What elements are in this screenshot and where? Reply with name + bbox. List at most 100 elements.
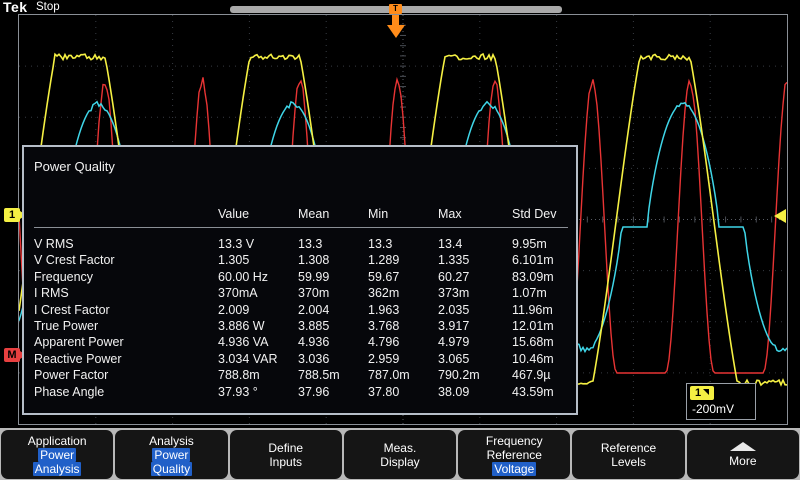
- menu-label: Reference: [599, 441, 658, 455]
- measurement-std: 1.07m: [512, 285, 568, 301]
- menu-label: Define: [266, 441, 305, 455]
- menu-label: Application: [26, 434, 89, 448]
- table-row: I RMS370mA370m362m373m1.07m: [34, 285, 568, 301]
- tek-logo: Tek: [3, 0, 28, 15]
- measurement-max: 4.979: [438, 334, 512, 350]
- menu-label: Power: [38, 448, 76, 462]
- measurement-value: 13.3 V: [218, 236, 298, 252]
- measurement-std: 6.101m: [512, 252, 568, 268]
- menu-label: Analysis: [33, 462, 82, 476]
- measurement-value: 60.00 Hz: [218, 269, 298, 285]
- menu-button-more[interactable]: More: [687, 430, 799, 479]
- table-row: Frequency60.00 Hz59.9959.6760.2783.09m: [34, 269, 568, 285]
- measure-header: ValueMeanMinMaxStd Dev: [34, 207, 568, 228]
- menu-button-application[interactable]: ApplicationPowerAnalysis: [1, 430, 113, 479]
- measurement-min: 1.963: [368, 302, 438, 318]
- menu-button-reference[interactable]: ReferenceLevels: [572, 430, 684, 479]
- measurement-name: Phase Angle: [34, 384, 218, 400]
- measurement-std: 15.68m: [512, 334, 568, 350]
- measurement-mean: 2.004: [298, 302, 368, 318]
- menu-button-meas-[interactable]: Meas.Display: [344, 430, 456, 479]
- table-row: Phase Angle37.93 °37.9637.8038.0943.59m: [34, 384, 568, 400]
- measurement-max: 2.035: [438, 302, 512, 318]
- menu-button-analysis[interactable]: AnalysisPowerQuality: [115, 430, 227, 479]
- measurement-max: 60.27: [438, 269, 512, 285]
- measurement-min: 362m: [368, 285, 438, 301]
- measurement-min: 2.959: [368, 351, 438, 367]
- measurement-max: 790.2m: [438, 367, 512, 383]
- expansion-point-stem: [392, 15, 399, 25]
- measurement-name: Power Factor: [34, 367, 218, 383]
- column-header: Value: [218, 207, 298, 221]
- measurement-mean: 4.936: [298, 334, 368, 350]
- menu-label: Levels: [609, 455, 648, 469]
- measurement-std: 43.59m: [512, 384, 568, 400]
- measure-rows: V RMS13.3 V13.313.313.49.95mV Crest Fact…: [34, 236, 568, 400]
- measurement-mean: 1.308: [298, 252, 368, 268]
- menu-button-frequency[interactable]: FrequencyReferenceVoltage: [458, 430, 570, 479]
- measurement-value: 4.936 VA: [218, 334, 298, 350]
- measurement-value: 1.305: [218, 252, 298, 268]
- table-row: Reactive Power3.034 VAR3.0362.9593.06510…: [34, 351, 568, 367]
- measurement-max: 13.4: [438, 236, 512, 252]
- measurement-mean: 59.99: [298, 269, 368, 285]
- expansion-point-icon[interactable]: [387, 25, 405, 38]
- measurement-min: 59.67: [368, 269, 438, 285]
- measurement-mean: 3.885: [298, 318, 368, 334]
- measurement-std: 12.01m: [512, 318, 568, 334]
- measurement-name: Frequency: [34, 269, 218, 285]
- power-quality-panel: Power Quality ValueMeanMinMaxStd Dev V R…: [22, 145, 578, 415]
- measurement-name: V Crest Factor: [34, 252, 218, 268]
- measurement-std: 83.09m: [512, 269, 568, 285]
- trigger-level-arrow-icon[interactable]: [774, 209, 786, 223]
- table-row: V RMS13.3 V13.313.313.49.95m: [34, 236, 568, 252]
- table-row: V Crest Factor1.3051.3081.2891.3356.101m: [34, 252, 568, 268]
- chevron-up-icon: [730, 442, 756, 451]
- table-row: True Power3.886 W3.8853.7683.91712.01m: [34, 318, 568, 334]
- measurement-value: 788.8m: [218, 367, 298, 383]
- measurement-mean: 788.5m: [298, 367, 368, 383]
- menu-label: Frequency: [484, 434, 545, 448]
- measurement-min: 4.796: [368, 334, 438, 350]
- measurement-mean: 3.036: [298, 351, 368, 367]
- soft-menu-bar: ApplicationPowerAnalysisAnalysisPowerQua…: [0, 428, 800, 480]
- oscilloscope-screen: Tek Stop T 1 M Power Quality ValueMeanMi…: [0, 0, 800, 480]
- measurement-name: I RMS: [34, 285, 218, 301]
- math-reference-badge[interactable]: M: [4, 348, 20, 362]
- measurement-min: 1.289: [368, 252, 438, 268]
- trigger-position-marker[interactable]: T: [389, 4, 402, 14]
- measurement-min: 3.768: [368, 318, 438, 334]
- measurement-max: 38.09: [438, 384, 512, 400]
- column-header: Max: [438, 207, 512, 221]
- column-header: Std Dev: [512, 207, 568, 221]
- measurement-mean: 37.96: [298, 384, 368, 400]
- measurement-value: 2.009: [218, 302, 298, 318]
- header-spacer: [34, 207, 218, 221]
- acquisition-status: Stop: [36, 1, 60, 13]
- measurement-std: 9.95m: [512, 236, 568, 252]
- measurement-std: 10.46m: [512, 351, 568, 367]
- menu-label: Meas.: [382, 441, 419, 455]
- channel1-badge: 1: [690, 386, 714, 400]
- measurement-min: 13.3: [368, 236, 438, 252]
- menu-label: Inputs: [267, 455, 304, 469]
- measurement-min: 787.0m: [368, 367, 438, 383]
- measurement-mean: 370m: [298, 285, 368, 301]
- measurement-value: 370mA: [218, 285, 298, 301]
- menu-label: Power: [152, 448, 190, 462]
- falling-edge-icon: [703, 389, 709, 395]
- measurement-min: 37.80: [368, 384, 438, 400]
- measurement-name: True Power: [34, 318, 218, 334]
- menu-label: Analysis: [147, 434, 196, 448]
- menu-label: More: [727, 454, 758, 468]
- menu-button-define[interactable]: DefineInputs: [230, 430, 342, 479]
- measurement-std: 11.96m: [512, 302, 568, 318]
- measurement-max: 373m: [438, 285, 512, 301]
- channel1-reference-badge[interactable]: 1: [4, 208, 20, 222]
- column-header: Min: [368, 207, 438, 221]
- measurement-max: 1.335: [438, 252, 512, 268]
- measurement-name: V RMS: [34, 236, 218, 252]
- panel-title: Power Quality: [34, 159, 115, 174]
- menu-label: Display: [378, 455, 421, 469]
- table-row: Apparent Power4.936 VA4.9364.7964.97915.…: [34, 334, 568, 350]
